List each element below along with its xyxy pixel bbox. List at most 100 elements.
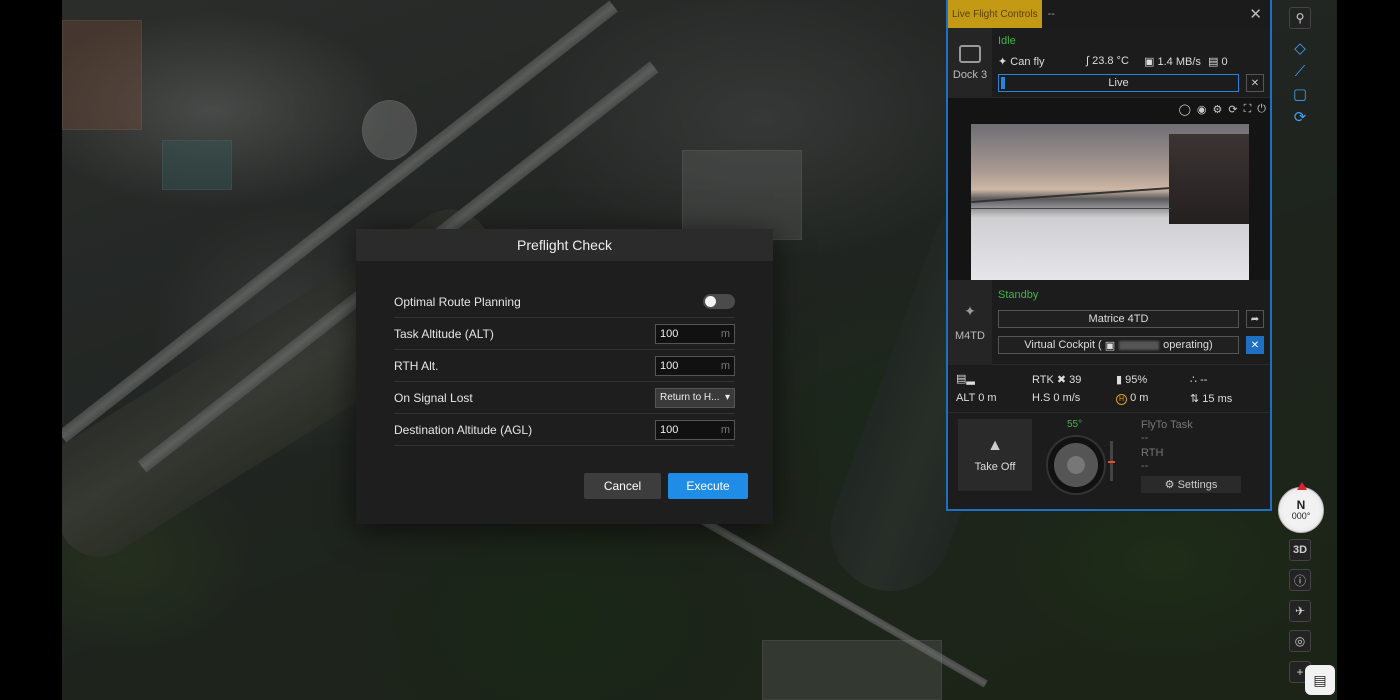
battery-value: 95% (1125, 374, 1148, 386)
task-altitude-input[interactable]: 100 m (655, 323, 735, 344)
dock-section: Dock 3 Idle ✦ Can fly ∫ 23.8 °C ▣ 1.4 MB… (948, 28, 1270, 98)
drone-name: M4TD (955, 330, 985, 342)
home-distance-readout: H 0 m (1116, 392, 1148, 405)
tab-live-flight-controls[interactable]: Live Flight Controls (948, 0, 1042, 28)
execute-button[interactable]: Execute (668, 473, 748, 499)
dock-temperature: ∫ 23.8 °C (1086, 55, 1129, 67)
take-off-button[interactable]: ▲ Take Off (958, 419, 1032, 491)
optimal-route-row: Optimal Route Planning (394, 286, 735, 318)
gear-icon-small: ⚙ (1164, 479, 1178, 491)
dock-network-rate: ▣ 1.4 MB/s (1144, 55, 1201, 68)
airplane-icon[interactable]: ✈ (1289, 600, 1311, 622)
live-flight-controls-panel: Live Flight Controls -- ✕ Dock 3 Idle ✦ … (946, 0, 1272, 511)
gear-icon[interactable]: ⚙ (1213, 103, 1223, 116)
power-icon[interactable]: ⏻ (1257, 103, 1266, 116)
cockpit-prefix: Virtual Cockpit ( (1024, 339, 1102, 351)
caret-down-icon: ▾ (724, 392, 730, 403)
dock-name: Dock 3 (952, 69, 988, 81)
dock-storage: ▤ 0 (1208, 55, 1228, 68)
drone-section: ✦ M4TD Standby Matrice 4TD ➦ Virtual Coc… (948, 280, 1270, 365)
close-icon[interactable]: ✕ (1249, 5, 1262, 23)
drone-model-field[interactable]: Matrice 4TD (998, 310, 1239, 328)
task-altitude-value: 100 (660, 327, 679, 340)
drone-control-icon[interactable]: ✕ (1246, 336, 1264, 354)
toggle-knob (705, 296, 716, 307)
flyto-label: FlyTo Task (1141, 419, 1193, 431)
home-icon: H (1116, 394, 1127, 405)
take-off-label: Take Off (974, 461, 1016, 473)
info-icon[interactable]: ⓘ (1289, 569, 1311, 591)
fullscreen-icon[interactable]: ⛶ (1244, 103, 1252, 116)
virtual-cockpit-button[interactable]: Virtual Cockpit ( ▣ operating) (998, 336, 1239, 354)
rth-altitude-input[interactable]: 100 m (655, 355, 735, 376)
link-value: -- (1200, 374, 1208, 386)
signal-lost-select[interactable]: Return to H... ▾ (655, 387, 735, 408)
video-toolbar: ◯ ◉ ⚙ ⟳ ⛶ ⏻ (1179, 103, 1266, 116)
rth-altitude-value: 100 (660, 359, 679, 372)
cockpit-suffix: operating) (1163, 339, 1213, 351)
latency-value: 15 ms (1202, 393, 1233, 405)
dock-rate-value: 1.4 MB/s (1157, 56, 1201, 68)
rth-altitude-row: RTH Alt. 100 m (394, 350, 735, 382)
dock-device[interactable]: Dock 3 (948, 28, 992, 98)
drone-icon: ✦ (964, 303, 976, 319)
destination-altitude-input[interactable]: 100 m (655, 419, 735, 440)
cancel-button[interactable]: Cancel (584, 473, 661, 499)
rth-altitude-label: RTH Alt. (394, 358, 439, 373)
panel-header-dash: -- (1047, 8, 1055, 20)
light-icon[interactable]: ◯ (1179, 103, 1191, 116)
satellite-icon: ✖ (1056, 374, 1067, 386)
dialog-title: Preflight Check (356, 229, 773, 261)
rtk-value: 39 (1069, 374, 1082, 386)
refresh-icon[interactable]: ⟳ (1228, 103, 1237, 116)
battery-icon: ▮ (1116, 374, 1123, 386)
chat-icon[interactable]: ▤ (1305, 665, 1335, 695)
battery-readout: ▮ 95% (1116, 373, 1147, 386)
signal-lost-label: On Signal Lost (394, 390, 473, 405)
latency-readout: ⇅ 15 ms (1190, 392, 1232, 405)
tools-icon[interactable]: ✕ (1246, 74, 1264, 92)
optimal-route-label: Optimal Route Planning (394, 294, 521, 309)
polygon-tool-icon[interactable]: ▢ (1289, 83, 1311, 105)
circle-tool-icon[interactable]: ⟳ (1289, 106, 1311, 128)
flyto-value: -- (1141, 432, 1149, 444)
live-video-feed[interactable] (971, 124, 1249, 280)
compass-letter: N (1296, 498, 1306, 512)
live-stream-button[interactable]: Live (998, 74, 1239, 92)
link-readout: ∴ -- (1190, 373, 1207, 386)
rth-value: -- (1141, 460, 1149, 472)
horizontal-speed-readout: H.S 0 m/s (1032, 392, 1081, 404)
destination-altitude-row: Destination Altitude (AGL) 100 m (394, 414, 735, 446)
signal-icon: ▤▂ (956, 373, 975, 385)
locate-icon[interactable]: ◎ (1289, 630, 1311, 652)
controls-section: ▲ Take Off 55° FlyTo Task -- RTH -- ⚙ Se… (948, 413, 1270, 511)
camera-switch-icon[interactable]: ◉ (1197, 103, 1207, 116)
monitor-small-icon: ▣ (1101, 339, 1116, 352)
destination-altitude-unit: m (720, 423, 730, 436)
settings-button[interactable]: ⚙ Settings (1141, 476, 1241, 493)
destination-altitude-label: Destination Altitude (AGL) (394, 422, 533, 437)
3d-toggle-button[interactable]: 3D (1289, 539, 1311, 561)
drone-device[interactable]: ✦ M4TD (948, 280, 992, 365)
compass-degrees: 000° (1291, 511, 1311, 521)
destination-altitude-value: 100 (660, 423, 679, 436)
settings-label: Settings (1177, 478, 1218, 491)
dock-icon (959, 45, 981, 63)
home-distance-value: 0 m (1130, 392, 1149, 404)
altitude-marker (1108, 461, 1115, 463)
pin-icon[interactable]: ◇ (1289, 37, 1311, 59)
compass[interactable]: N 000° (1278, 482, 1324, 533)
task-altitude-unit: m (720, 327, 730, 340)
search-icon[interactable]: ⚲ (1289, 7, 1311, 29)
share-icon[interactable]: ➦ (1246, 310, 1264, 328)
link-icon: ∴ (1190, 374, 1197, 386)
compass-needle-icon (1297, 482, 1307, 490)
monitor-icon: ▣ (1144, 56, 1155, 68)
task-altitude-label: Task Altitude (ALT) (394, 326, 494, 341)
drone-status: Standby (998, 289, 1039, 301)
line-tool-icon[interactable]: ⟋ (1289, 60, 1311, 82)
rth-label: RTH (1141, 447, 1164, 459)
optimal-route-toggle[interactable] (703, 294, 735, 309)
takeoff-icon: ▲ (987, 437, 1003, 454)
attitude-dial (1046, 435, 1106, 495)
